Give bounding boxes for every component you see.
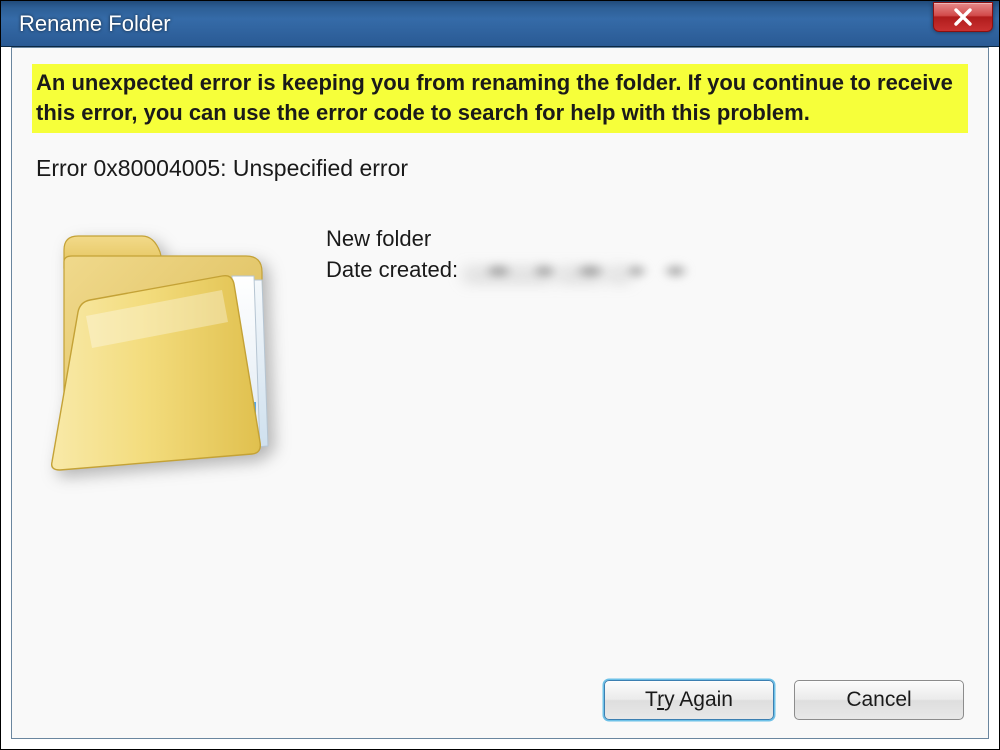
close-button[interactable]: [933, 2, 993, 32]
dialog-content: An unexpected error is keeping you from …: [11, 47, 989, 739]
window-title: Rename Folder: [19, 11, 171, 37]
error-code: Error 0x80004005: Unspecified error: [36, 155, 964, 182]
try-again-label-pre: T: [645, 688, 657, 711]
file-text: New folder Date created: xxxxxxxx xxxx x…: [326, 222, 694, 286]
date-created-value: xxxxxxxx xxxx xx: [464, 259, 694, 283]
cancel-button[interactable]: Cancel: [794, 680, 964, 720]
titlebar[interactable]: Rename Folder: [1, 1, 999, 47]
try-again-button[interactable]: Try Again: [604, 680, 774, 720]
date-created-label: Date created:: [326, 255, 458, 286]
folder-icon: [46, 222, 296, 482]
try-again-label-post: y Again: [664, 688, 733, 711]
button-row: Try Again Cancel: [36, 668, 964, 720]
folder-name: New folder: [326, 224, 694, 255]
date-created-row: Date created: xxxxxxxx xxxx xx: [326, 255, 694, 286]
file-details: New folder Date created: xxxxxxxx xxxx x…: [36, 222, 964, 668]
dialog-window: Rename Folder An unexpected error is kee…: [0, 0, 1000, 750]
error-message: An unexpected error is keeping you from …: [32, 64, 968, 133]
close-icon: [953, 8, 973, 26]
